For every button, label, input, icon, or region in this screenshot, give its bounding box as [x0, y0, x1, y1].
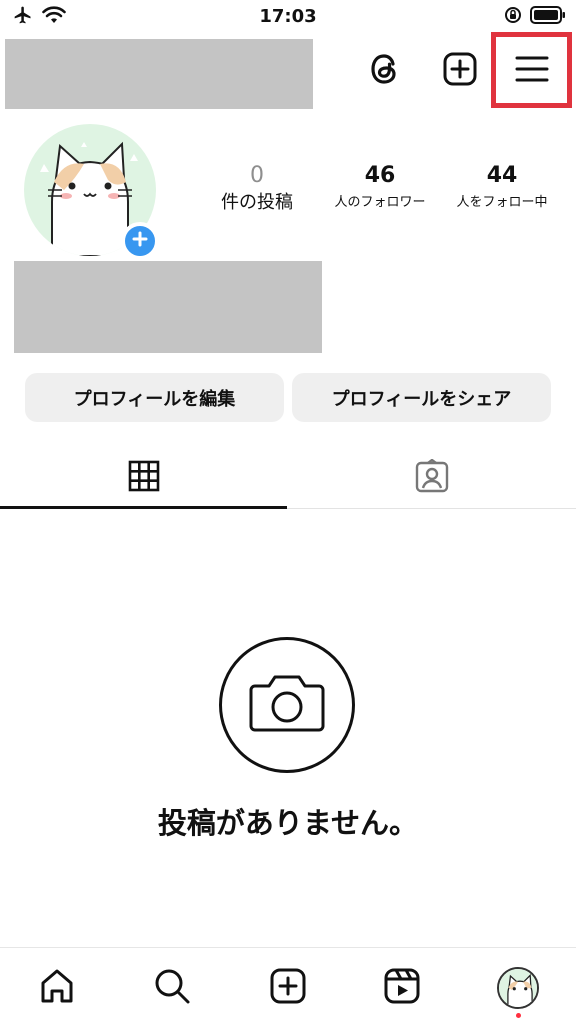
tab-tagged[interactable]: [287, 448, 576, 508]
share-profile-button[interactable]: プロフィールをシェア: [292, 373, 551, 422]
battery-icon: [530, 6, 566, 28]
username-redacted: [5, 39, 313, 109]
bio-redacted: [14, 261, 322, 353]
create-button[interactable]: [437, 48, 483, 94]
orientation-lock-icon: [504, 6, 522, 28]
search-icon: [153, 967, 191, 1009]
followers-label: 人のフォロワー: [334, 195, 426, 210]
following-label: 人をフォロー中: [456, 195, 548, 210]
tagged-user-icon: [415, 458, 449, 497]
plus-icon: [131, 230, 149, 252]
threads-button[interactable]: [362, 48, 408, 94]
add-story-button[interactable]: [121, 222, 159, 260]
active-tab-indicator: [0, 506, 287, 509]
followers-stat[interactable]: 46 人のフォロワー: [322, 162, 438, 214]
camera-icon: [249, 672, 325, 738]
reels-icon: [384, 968, 420, 1008]
tab-divider: [287, 508, 576, 509]
posts-stat: 0 件の投稿: [206, 162, 308, 214]
threads-icon: [368, 51, 402, 91]
grid-icon: [128, 460, 160, 496]
nav-create[interactable]: [266, 966, 310, 1010]
menu-highlight-box: [491, 32, 572, 108]
nav-home[interactable]: [35, 966, 79, 1010]
following-count: 44: [486, 163, 518, 188]
empty-state-text: 投稿がありません。: [157, 806, 419, 840]
posts-label: 件の投稿: [221, 192, 293, 213]
create-icon: [270, 968, 306, 1008]
bottom-nav: [0, 947, 576, 1024]
home-icon: [38, 967, 76, 1009]
nav-profile[interactable]: [496, 966, 540, 1010]
notification-dot: [516, 1013, 521, 1018]
status-right: [504, 6, 566, 28]
tab-posts-grid[interactable]: [0, 448, 287, 508]
cat-avatar-small: [499, 969, 537, 1007]
status-bar: 17:03: [0, 0, 576, 34]
edit-profile-button[interactable]: プロフィールを編集: [25, 373, 284, 422]
create-icon: [443, 52, 477, 90]
posts-count: 0: [250, 163, 264, 188]
nav-search[interactable]: [150, 966, 194, 1010]
profile-avatar-small: [497, 967, 539, 1009]
empty-state-camera: [219, 637, 355, 773]
following-stat[interactable]: 44 人をフォロー中: [442, 162, 562, 214]
nav-reels[interactable]: [380, 966, 424, 1010]
followers-count: 46: [364, 163, 396, 188]
status-time: 17:03: [259, 6, 317, 27]
